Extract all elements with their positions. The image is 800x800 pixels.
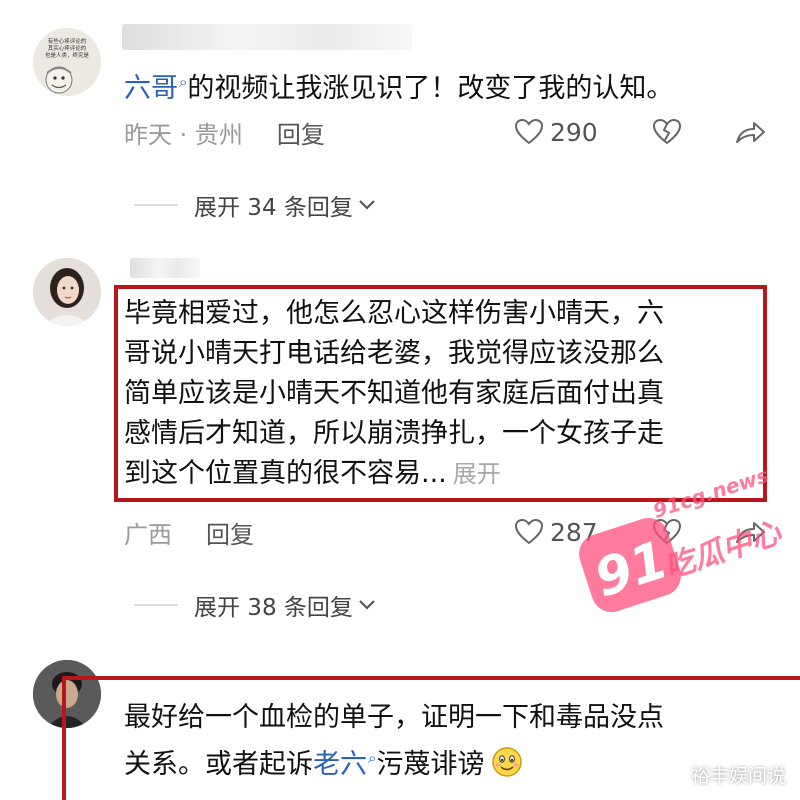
comment-text: 六哥⌕的视频让我涨见识了！改变了我的认知。 [124, 73, 674, 104]
comment-location: 昨天 · 贵州 [124, 120, 243, 149]
heart-outline-icon [514, 118, 544, 145]
username-blurred[interactable] [130, 258, 200, 278]
comment-line: 关系。或者起诉老六⌕污蔑诽谤 [124, 738, 664, 785]
dislike-button[interactable] [652, 117, 682, 147]
comment-meta: 广西 回复 [124, 512, 254, 552]
comment-line: 简单应该是小晴天不知道他有家庭后面付出真 [124, 378, 664, 409]
comment-text: 毕竟相爱过，他怎么忍心这样伤害小晴天，六 哥说小晴天打电话给老婆，我觉得应该没那… [124, 294, 764, 494]
reply-button[interactable]: 回复 [206, 515, 254, 550]
avatar-image: 有些心疼评论的 其实心疼评论的 也是人类，终究是 [33, 28, 101, 96]
expand-replies-label: 展开 34 条回复 [194, 195, 353, 221]
smiling-face-emoji-icon [492, 747, 523, 777]
expand-replies-label: 展开 38 条回复 [194, 595, 353, 621]
comment-text: 最好给一个血检的单子，证明一下和毒品没点 关系。或者起诉老六⌕污蔑诽谤 [124, 698, 664, 785]
like-count: 290 [550, 117, 598, 147]
reply-button[interactable]: 回复 [277, 115, 325, 150]
avatar-image [33, 258, 101, 326]
avatar[interactable] [33, 258, 101, 326]
divider [134, 604, 178, 606]
broken-heart-icon [652, 118, 682, 145]
chevron-down-icon [359, 200, 375, 210]
chevron-down-icon [359, 600, 375, 610]
expand-replies-button[interactable]: 展开 34 条回复 [134, 185, 377, 225]
like-button[interactable]: 290 [514, 112, 598, 152]
comment-line: 感情后才知道，所以崩溃挣扎，一个女孩子走 [124, 418, 664, 449]
comment-line-last: 到这个位置真的很不容易... 展开 [124, 458, 501, 489]
corner-watermark: 裕丰娱间说 [690, 765, 786, 787]
expand-text-link[interactable]: 展开 [453, 460, 501, 488]
comment-line: 哥说小晴天打电话给老婆，我觉得应该没那么 [124, 338, 664, 369]
comment-line: 毕竟相爱过，他怎么忍心这样伤害小晴天，六 [124, 298, 664, 329]
svg-text:也是人类，终究是: 也是人类，终究是 [45, 51, 90, 59]
comment-meta: 昨天 · 贵州 回复 [124, 112, 325, 152]
avatar[interactable]: 有些心疼评论的 其实心疼评论的 也是人类，终究是 [33, 28, 101, 96]
svg-text:其实心疼评论的: 其实心疼评论的 [48, 44, 87, 52]
divider [134, 204, 178, 206]
share-arrow-icon [736, 122, 765, 143]
expand-replies-button[interactable]: 展开 38 条回复 [134, 585, 377, 625]
svg-text:有些心疼评论的: 有些心疼评论的 [48, 37, 87, 45]
comment-location: 广西 [124, 520, 172, 549]
comment-line: 最好给一个血检的单子，证明一下和毒品没点 [124, 702, 664, 733]
mention-link[interactable]: 老六⌕ [313, 749, 376, 780]
username-blurred[interactable] [122, 24, 412, 50]
mention-link[interactable]: 六哥⌕ [124, 73, 187, 104]
heart-outline-icon [514, 518, 544, 545]
share-button[interactable] [733, 117, 767, 147]
